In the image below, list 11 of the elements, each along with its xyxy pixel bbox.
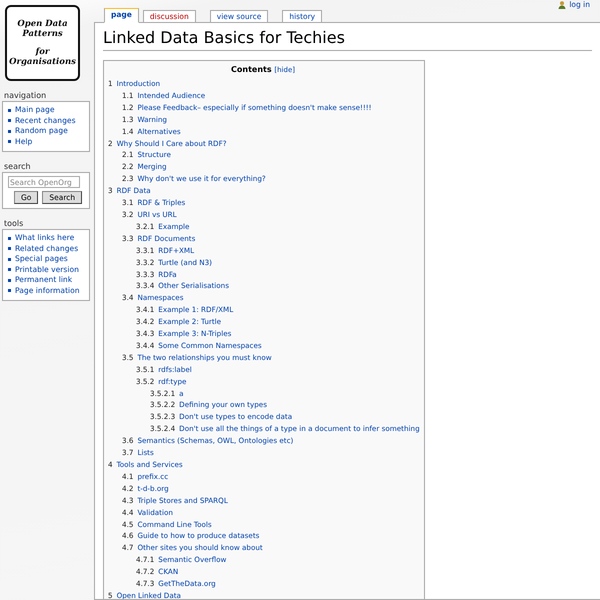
logo-text: Organisations	[9, 57, 76, 67]
user-icon	[558, 0, 566, 8]
page-title: Linked Data Basics for Techies	[103, 28, 592, 51]
toc-title: Contents	[231, 65, 272, 74]
logo-text: Open Data	[17, 19, 68, 29]
portlet-heading: search	[4, 162, 32, 171]
logo-text: Patterns	[22, 29, 63, 39]
portlet-heading: navigation	[4, 91, 48, 100]
site-logo[interactable]: Open Data Patterns for Organisations	[5, 5, 80, 81]
portlet-heading: tools	[4, 219, 24, 228]
logo-text: for	[36, 47, 50, 57]
